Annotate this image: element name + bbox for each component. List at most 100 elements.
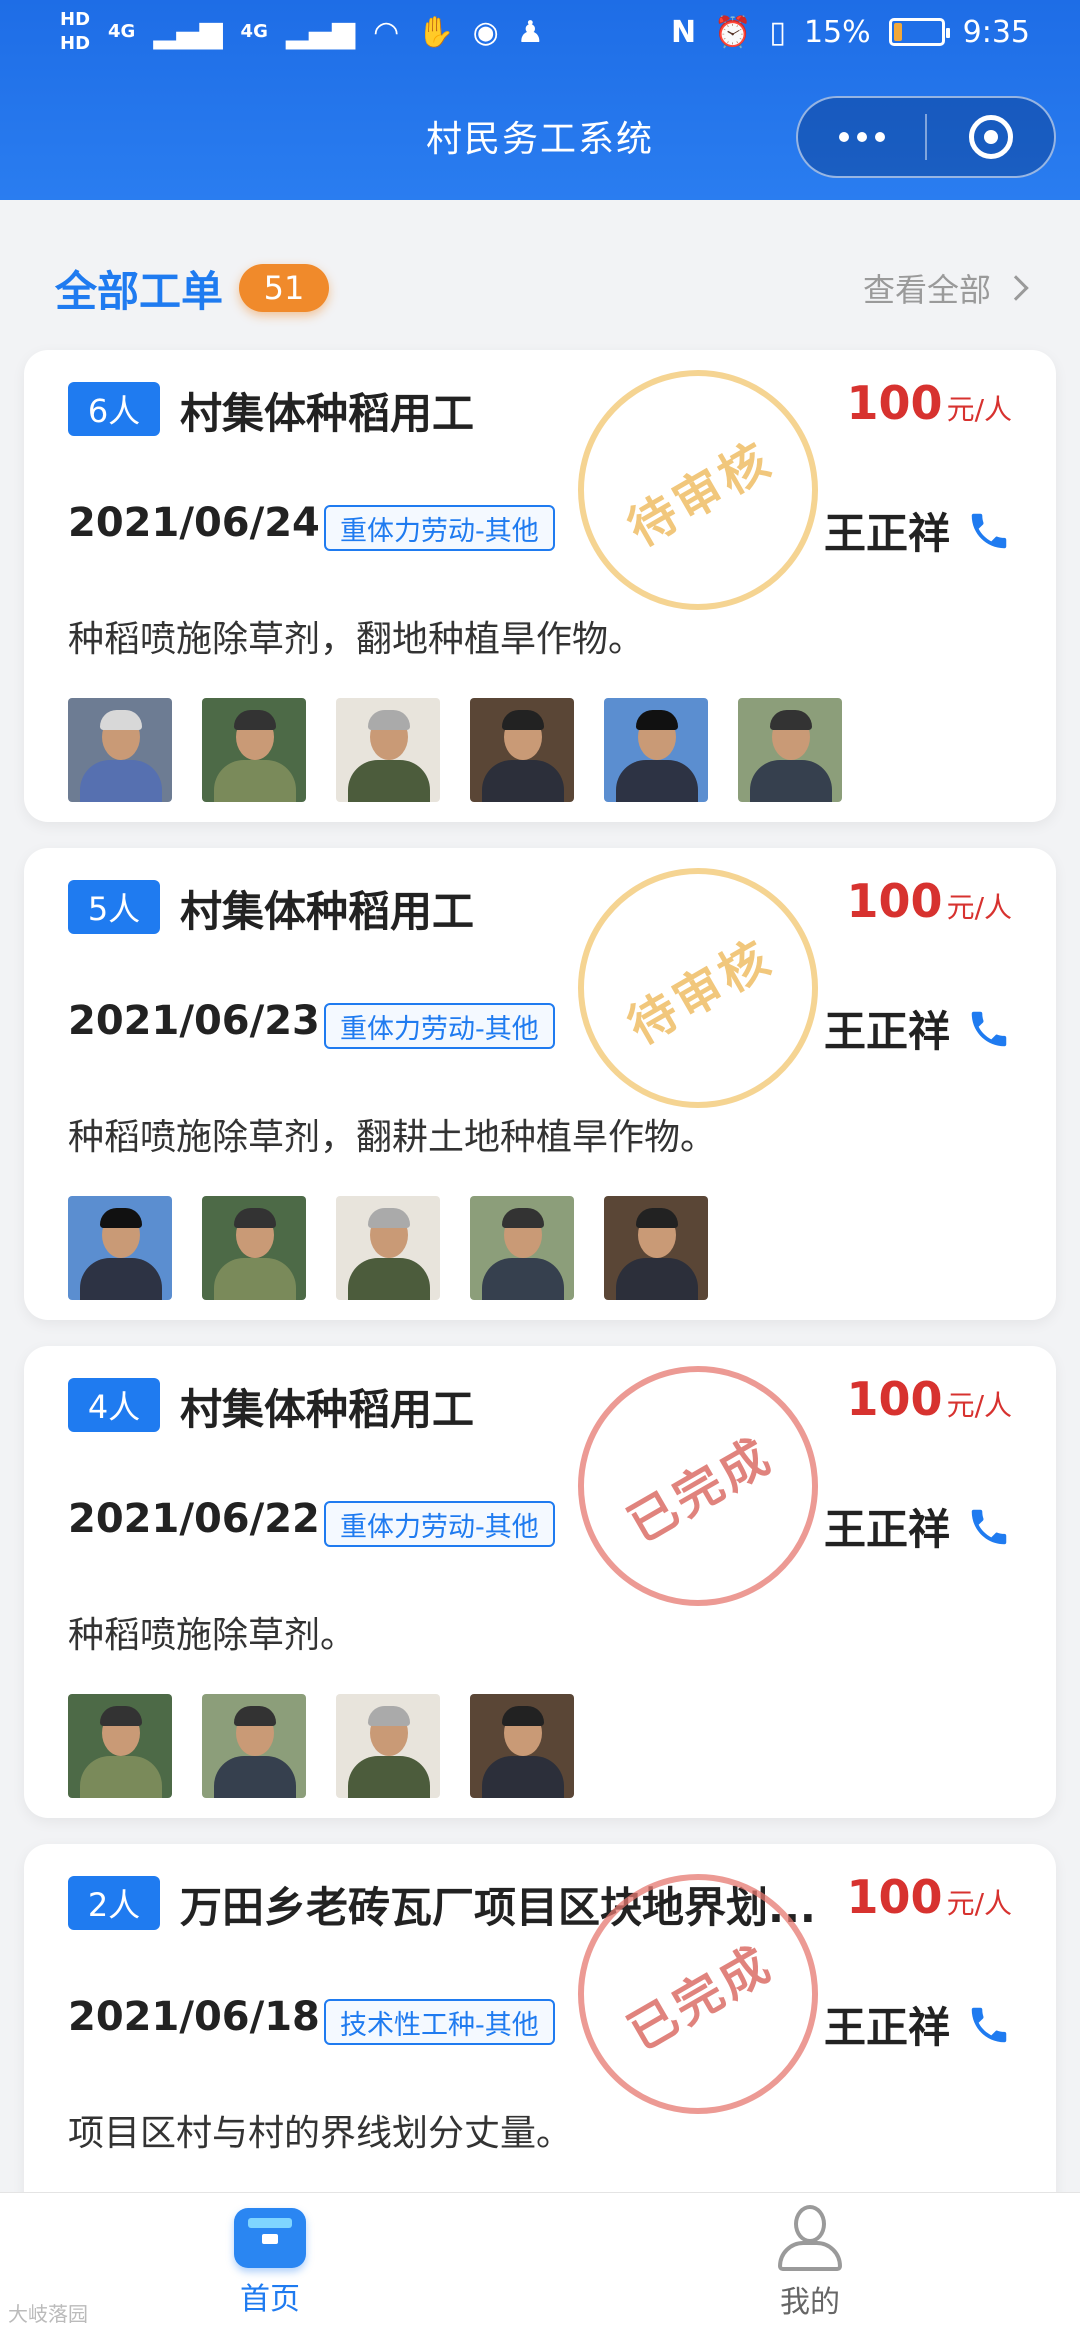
section-title: 全部工单 bbox=[55, 266, 224, 316]
price-amount: 100 bbox=[846, 1372, 943, 1426]
order-title: 万田乡老砖瓦厂项目区块地界划... bbox=[180, 1883, 816, 1932]
contact-name: 王正祥 bbox=[823, 1505, 950, 1554]
status-label: 待审核 bbox=[618, 431, 783, 558]
avatar bbox=[336, 1196, 440, 1300]
avatar bbox=[202, 1196, 306, 1300]
clock: 9:35 bbox=[962, 14, 1030, 50]
avatar bbox=[604, 698, 708, 802]
order-title: 村集体种稻用工 bbox=[180, 887, 475, 936]
price: 100 元/人 bbox=[847, 1372, 1012, 1426]
phone-icon[interactable] bbox=[966, 1006, 1012, 1052]
worker-avatars bbox=[68, 1694, 574, 1798]
view-all-label: 查看全部 bbox=[862, 271, 991, 309]
view-all-link[interactable]: 查看全部 bbox=[862, 265, 1029, 311]
status-label: 已完成 bbox=[618, 1427, 783, 1554]
avatar bbox=[68, 1196, 172, 1300]
avatar bbox=[202, 1694, 306, 1798]
watermark: 大岐落园 bbox=[8, 2302, 88, 2326]
app-header: HD HD 4G ▂▄▆ 4G ▂▄▆ ◠ ✋ ◉ ♟ N ⏰ ▯ 15% 9:… bbox=[0, 0, 1080, 200]
status-left: HD HD 4G ▂▄▆ 4G ▂▄▆ ◠ ✋ ◉ ♟ bbox=[60, 11, 544, 53]
more-button[interactable] bbox=[798, 98, 925, 176]
avatar bbox=[604, 1196, 708, 1300]
price-unit: 元/人 bbox=[946, 1389, 1012, 1422]
phone-icon[interactable] bbox=[966, 508, 1012, 554]
avatar bbox=[68, 698, 172, 802]
nfc-icon: N bbox=[670, 14, 697, 50]
people-count-badge: 4人 bbox=[68, 1378, 160, 1432]
target-icon bbox=[968, 115, 1013, 159]
avatar bbox=[738, 698, 842, 802]
signal-icon: ▂▄▆ bbox=[285, 14, 356, 50]
contact: 王正祥 bbox=[824, 1496, 1012, 1557]
status-bar: HD HD 4G ▂▄▆ 4G ▂▄▆ ◠ ✋ ◉ ♟ N ⏰ ▯ 15% 9:… bbox=[0, 0, 1080, 64]
battery-percent: 15% bbox=[803, 14, 871, 50]
price-amount: 100 bbox=[846, 874, 943, 928]
qq-icon: ♟ bbox=[516, 14, 544, 50]
contact: 王正祥 bbox=[824, 998, 1012, 1059]
tab-mine[interactable]: 我的 bbox=[540, 2193, 1080, 2332]
net1-label: 4G bbox=[108, 21, 136, 42]
price: 100 元/人 bbox=[847, 1870, 1012, 1924]
avatar bbox=[202, 698, 306, 802]
battery-level bbox=[893, 23, 902, 41]
bottom-tab-bar: 首页 我的 bbox=[0, 2192, 1080, 2332]
order-date: 2021/06/22 bbox=[68, 1496, 320, 1542]
people-count-badge: 2人 bbox=[68, 1876, 160, 1930]
price-unit: 元/人 bbox=[946, 1887, 1012, 1920]
battery-icon bbox=[888, 18, 950, 46]
order-description: 种稻喷施除草剂，翻耕土地种植旱作物。 bbox=[68, 1117, 717, 1158]
phone-icon[interactable] bbox=[966, 2002, 1012, 2048]
chevron-right-icon bbox=[1003, 275, 1029, 301]
price: 100 元/人 bbox=[847, 376, 1012, 430]
contact: 王正祥 bbox=[824, 500, 1012, 561]
order-description: 项目区村与村的界线划分丈量。 bbox=[68, 2113, 573, 2154]
more-dots-icon bbox=[838, 132, 885, 142]
price: 100 元/人 bbox=[847, 874, 1012, 928]
people-count-badge: 5人 bbox=[68, 880, 160, 934]
section-title-group: 全部工单 51 bbox=[55, 258, 330, 319]
status-right: N ⏰ ▯ 15% 9:35 bbox=[671, 15, 1030, 50]
price-amount: 100 bbox=[846, 1870, 943, 1924]
order-card[interactable]: 4人 村集体种稻用工 100 元/人 2021/06/22 重体力劳动-其他 王… bbox=[24, 1346, 1056, 1818]
tab-home-label: 首页 bbox=[240, 2281, 300, 2317]
worker-avatars bbox=[68, 698, 842, 802]
order-date: 2021/06/18 bbox=[68, 1994, 320, 2040]
order-count-badge: 51 bbox=[239, 264, 330, 312]
worker-avatars bbox=[68, 1196, 708, 1300]
hd2-label: HD bbox=[60, 33, 91, 54]
order-title: 村集体种稻用工 bbox=[180, 389, 475, 438]
order-description: 种稻喷施除草剂，翻地种植旱作物。 bbox=[68, 619, 645, 660]
order-description: 种稻喷施除草剂。 bbox=[68, 1615, 357, 1656]
order-title: 村集体种稻用工 bbox=[180, 1385, 475, 1434]
price-unit: 元/人 bbox=[946, 393, 1012, 426]
avatar bbox=[336, 1694, 440, 1798]
avatar bbox=[336, 698, 440, 802]
category-tag: 重体力劳动-其他 bbox=[324, 505, 555, 551]
contact-name: 王正祥 bbox=[823, 2003, 950, 2052]
hd-indicator: HD HD bbox=[60, 11, 90, 53]
order-date: 2021/06/23 bbox=[68, 998, 320, 1044]
vibrate-icon: ▯ bbox=[769, 14, 786, 50]
order-card[interactable]: 5人 村集体种稻用工 100 元/人 2021/06/23 重体力劳动-其他 王… bbox=[24, 848, 1056, 1320]
net2-label: 4G bbox=[240, 21, 268, 42]
close-button[interactable] bbox=[927, 98, 1054, 176]
contact-name: 王正祥 bbox=[823, 1007, 950, 1056]
signal-icon: ▂▄▆ bbox=[153, 14, 223, 50]
alarm-icon: ⏰ bbox=[714, 14, 752, 50]
avatar bbox=[470, 1694, 574, 1798]
order-card[interactable]: 6人 村集体种稻用工 100 元/人 2021/06/24 重体力劳动-其他 王… bbox=[24, 350, 1056, 822]
category-tag: 技术性工种-其他 bbox=[324, 1999, 555, 2045]
status-label: 已完成 bbox=[618, 1935, 783, 2062]
avatar bbox=[470, 698, 574, 802]
home-icon bbox=[234, 2207, 306, 2268]
price-amount: 100 bbox=[846, 376, 943, 430]
people-count-badge: 6人 bbox=[68, 382, 160, 436]
miniprogram-capsule bbox=[796, 96, 1056, 178]
avatar bbox=[68, 1694, 172, 1798]
hand-icon: ✋ bbox=[417, 14, 455, 50]
app-icon: ◉ bbox=[472, 14, 499, 50]
category-tag: 重体力劳动-其他 bbox=[324, 1501, 555, 1547]
phone-icon[interactable] bbox=[966, 1504, 1012, 1550]
tab-mine-label: 我的 bbox=[780, 2284, 840, 2320]
contact-name: 王正祥 bbox=[823, 509, 950, 558]
